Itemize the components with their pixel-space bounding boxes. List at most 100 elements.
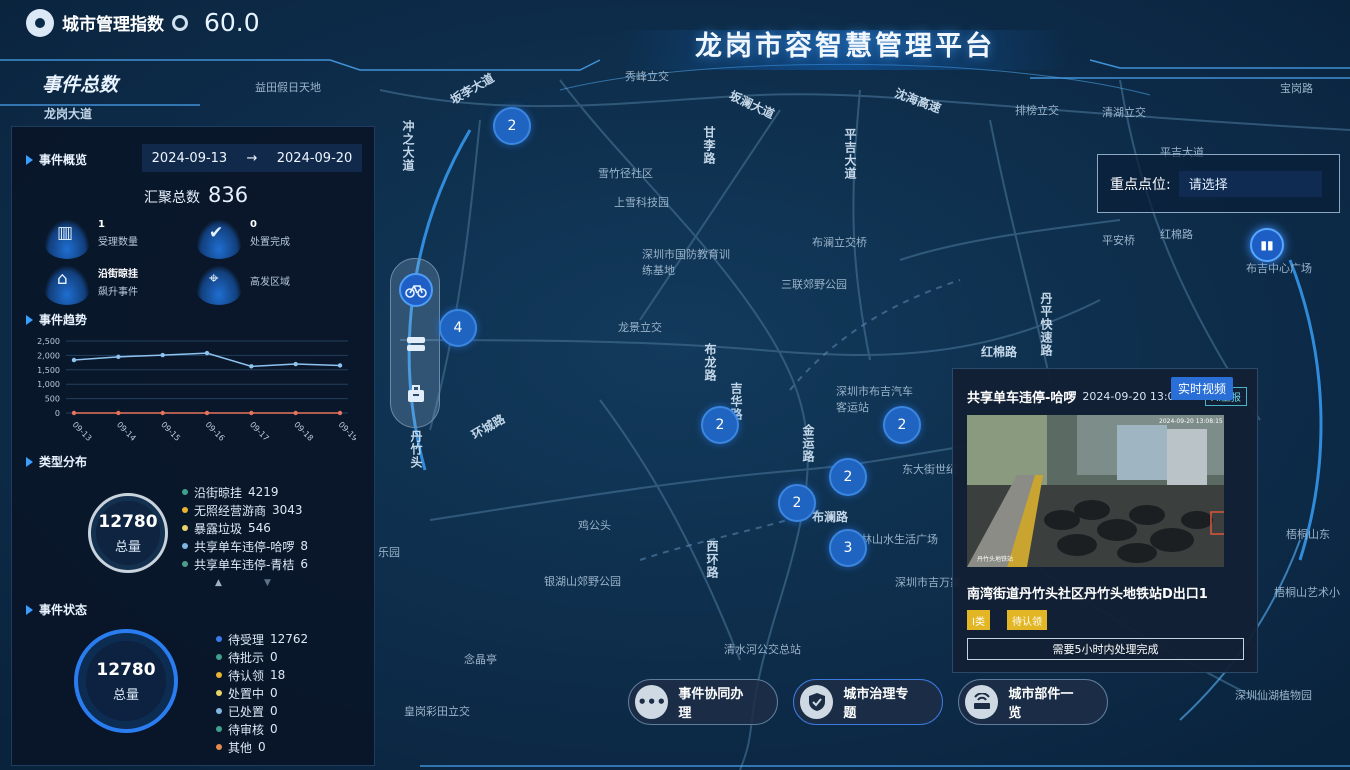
map-cluster-marker[interactable]: 2 (829, 458, 867, 496)
legend-item[interactable]: 待批示 0 (216, 648, 308, 666)
status-total: 12780 (96, 659, 156, 680)
deadline-notice: 需要5小时内处理完成 (967, 638, 1244, 660)
city-gear-icon (26, 8, 54, 37)
map-label-road: 红棉路 (981, 345, 1018, 359)
x-tick-label: 09-13 (71, 420, 94, 443)
type-dist-title: 类型分布 (26, 453, 87, 470)
map-label-road: 甘李路 (702, 126, 716, 165)
overview-title: 事件概览 (26, 151, 87, 168)
legend-item[interactable]: 沿街晾挂 4219 (182, 483, 308, 501)
trend-title: 事件趋势 (26, 311, 87, 328)
kpi-accepted[interactable]: ▥ 1 受理数量 (44, 219, 138, 259)
map-cluster-marker[interactable]: 2 (778, 484, 816, 522)
collab-handling-button[interactable]: ••• 事件协同办理 (628, 679, 778, 725)
data-point (71, 357, 77, 363)
legend-item[interactable]: 其他 0 (216, 738, 308, 756)
type-total: 12780 (98, 511, 158, 532)
map-cluster-marker[interactable]: 2 (701, 406, 739, 444)
legend-item[interactable]: 共享单车违停-哈啰 8 (182, 537, 308, 555)
legend-name: 待受理 (228, 632, 265, 647)
map-label-place: 龙景立交 (618, 321, 662, 334)
kpi-value: 沿街晾挂 (98, 269, 138, 280)
total-label: 汇聚总数 (144, 190, 200, 206)
top-bar: 城市管理指数 60.0 龙岗市容智慧管理平台 (0, 0, 1350, 70)
kpi-value: 1 (98, 219, 105, 230)
legend-dot (182, 507, 188, 513)
legend-item[interactable]: 无照经营游商 3043 (182, 501, 308, 519)
bicycle-icon[interactable] (399, 273, 433, 307)
scroll-down-icon[interactable]: ▼ (264, 578, 271, 588)
map-label-road: 丹竹头 (409, 430, 423, 469)
data-point (249, 410, 254, 416)
data-point (160, 410, 165, 416)
type-total-ring[interactable]: 12780 总量 (88, 493, 168, 573)
map-cluster-marker[interactable]: 2 (493, 107, 531, 145)
keypoint-select[interactable]: 请选择 (1178, 170, 1322, 197)
legend-name: 待审核 (228, 722, 265, 737)
legend-item[interactable]: 待认领 18 (216, 666, 308, 684)
legend-dot (216, 636, 222, 642)
legend-dot (216, 708, 222, 714)
legend-dot (216, 726, 222, 732)
scroll-up-icon[interactable]: ▲ (215, 578, 222, 588)
legend-value: 546 (248, 521, 271, 535)
map-cluster-marker[interactable]: 3 (829, 529, 867, 567)
bar-chart-icon[interactable]: ▮▮ (1250, 228, 1284, 262)
y-tick-label: 2,000 (37, 351, 60, 360)
city-index[interactable]: 城市管理指数 60.0 (26, 8, 260, 37)
data-point (71, 410, 77, 416)
map-label-road: 丹平快速路 (1039, 292, 1053, 357)
stack-icon[interactable] (399, 327, 433, 361)
map-label-road: 平吉大道 (843, 128, 857, 180)
map-cluster-marker[interactable]: 2 (883, 406, 921, 444)
books-icon: ▥ (44, 219, 90, 259)
kpi-completed[interactable]: ✔ 0 处置完成 (196, 219, 290, 259)
chat-icon: ••• (635, 685, 669, 719)
type-dist-title-text: 类型分布 (39, 455, 88, 469)
map-label-place: 银湖山郊野公园 (544, 575, 621, 588)
location-pin-icon: ⌖ (196, 265, 242, 305)
map-label-place: 平安桥 (1102, 234, 1135, 247)
kpi-surge-event[interactable]: ⌂ 沿街晾挂 飙升事件 (44, 265, 138, 305)
date-start[interactable]: 2024-09-13 (152, 151, 228, 166)
kpi-hot-area[interactable]: ⌖ 高发区域 (196, 265, 290, 305)
map-label-place: 梧桐山艺术小 (1274, 586, 1340, 599)
map-label-place: 红棉路 (1160, 228, 1193, 241)
settings-gear-icon[interactable] (172, 14, 188, 31)
legend-name: 沿街晾挂 (194, 485, 243, 500)
city-governance-button[interactable]: 城市治理专题 (793, 679, 943, 725)
legend-item[interactable]: 共享单车违停-青桔 6 (182, 555, 308, 573)
map-label-place: 乐园 (378, 546, 400, 559)
map-label-place: 清水河公交总站 (724, 643, 801, 656)
date-end[interactable]: 2024-09-20 (277, 151, 353, 166)
legend-item[interactable]: 待受理 12762 (216, 630, 308, 648)
map-cluster-marker[interactable]: 4 (439, 309, 477, 347)
legend-item[interactable]: 处置中 0 (216, 684, 308, 702)
legend-dot (182, 525, 188, 531)
x-tick-label: 09-17 (248, 420, 271, 443)
shop-icon: ⌂ (44, 265, 90, 305)
event-photo[interactable]: 2024-09-20 13:08:15 丹竹头地铁站 (967, 415, 1224, 567)
legend-value: 0 (270, 722, 278, 736)
bottom-btn-label: 城市部件一览 (1008, 687, 1074, 721)
briefcase-icon[interactable] (399, 377, 433, 411)
legend-item[interactable]: 暴露垃圾 546 (182, 519, 308, 537)
live-video-button[interactable]: 实时视频 (1170, 377, 1233, 400)
map-label-road: 西环路 (705, 540, 719, 579)
x-tick-label: 09-14 (115, 420, 138, 443)
legend-value: 12762 (270, 632, 309, 646)
trend-chart[interactable]: 2,500 2,000 1,500 1,000 500 0 09-13 09-14 09-15 0… (26, 333, 356, 451)
arrow-icon (26, 456, 33, 467)
check-icon: ✔ (196, 219, 242, 259)
status-total-label: 总量 (112, 687, 139, 703)
legend-item[interactable]: 待审核 0 (216, 720, 308, 738)
map-label-road: 金运路 (801, 424, 815, 463)
legend-item[interactable]: 已处置 0 (216, 702, 308, 720)
city-components-button[interactable]: 城市部件一览 (958, 679, 1108, 725)
event-level-badge: I类 (967, 610, 990, 630)
y-tick-label: 1,500 (37, 366, 60, 375)
legend-name: 共享单车违停-哈啰 (194, 539, 295, 554)
map-label-place: 深圳市国防教育训练基地 (642, 248, 730, 277)
status-total-ring[interactable]: 12780 总量 (74, 629, 178, 733)
date-range-picker[interactable]: 2024-09-13 → 2024-09-20 (142, 144, 362, 172)
